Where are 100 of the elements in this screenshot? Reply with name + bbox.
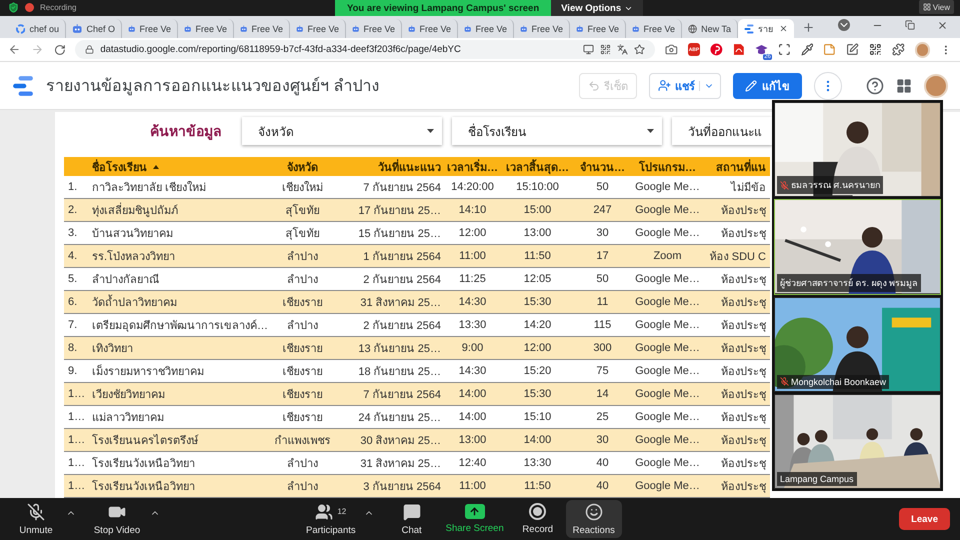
smiley-icon	[584, 502, 603, 520]
table-cell-text: ห้องประชุ	[720, 227, 767, 242]
translate-icon[interactable]	[616, 44, 628, 55]
dropper-icon[interactable]	[800, 43, 814, 56]
table-cell-text: ห้องประชุ	[720, 273, 767, 288]
row-number: 1…	[67, 480, 86, 492]
close-icon[interactable]	[779, 24, 788, 33]
address-bar[interactable]: datastudio.google.com/reporting/68118959-b7cf-43fd-a334-deef3f203f6c/page/4ebYC	[75, 40, 655, 59]
edit-button[interactable]: แก้ไข	[733, 72, 802, 98]
table-cell-text: 24 กันยายน 25…	[357, 411, 442, 426]
participants-icon	[315, 502, 334, 520]
add-person-icon	[658, 79, 671, 92]
table-cell-text: 15:00	[522, 204, 552, 216]
robot-icon	[184, 24, 192, 34]
capture-icon[interactable]	[778, 43, 791, 56]
table-cell-text: เชียงราย	[282, 388, 324, 403]
qr-code-icon[interactable]	[600, 44, 611, 55]
table-cell-text: เชียงราย	[282, 296, 324, 311]
table-cell-text: Zoom	[652, 250, 683, 262]
table-cell-text: เทิงวิทยา	[91, 342, 134, 357]
table-cell-text: 14:00	[522, 434, 552, 446]
table-cell: วัดถ้ำปลาวิทยาคม	[88, 293, 265, 311]
row-number: 7.	[67, 319, 78, 331]
table-cell-text: 12:40	[458, 457, 488, 469]
apps-icon[interactable]	[896, 78, 912, 94]
view-options-button[interactable]: View Options	[551, 0, 644, 16]
table-cell-text: ลำปาง	[286, 480, 319, 495]
row-number: 5.	[67, 273, 78, 285]
video-button[interactable]: Stop Video	[86, 500, 148, 538]
reactions-button[interactable]: Reactions	[566, 500, 622, 538]
tab-search-icon[interactable]	[838, 19, 850, 31]
qr-code-icon[interactable]	[868, 43, 882, 56]
table-cell-text: ห้องประชุ	[720, 365, 767, 380]
chat-button[interactable]: Chat	[384, 500, 440, 538]
column-header[interactable]: จังหวัด	[265, 158, 340, 176]
filter-dropdown[interactable]: จังหวัด	[242, 117, 442, 145]
column-header-label: วันที่แนะแนว	[378, 158, 441, 176]
table-cell-text: 11:00	[458, 480, 487, 492]
new-tab-icon[interactable]	[802, 20, 815, 34]
table-cell-text: Google Me…	[634, 365, 701, 377]
share-screen-icon	[464, 504, 485, 519]
column-header[interactable]: ชื่อโรงเรียน	[88, 158, 265, 176]
record-button[interactable]: Record	[510, 500, 566, 538]
column-header[interactable]: วันที่แนะแนว	[340, 158, 445, 176]
column-header[interactable]: โปรแกรม…	[630, 158, 705, 176]
caret-icon	[427, 129, 434, 133]
table-cell-text: ห้องประชุ	[720, 457, 767, 472]
column-header-label: จำนวน…	[580, 160, 625, 176]
record-icon	[529, 503, 546, 520]
table-cell-text: เม็งรายมหาราชวิทยาคม	[91, 363, 205, 380]
lock-icon	[85, 45, 94, 54]
table-cell-text: Google Me…	[634, 204, 701, 216]
filter-dropdown[interactable]: ชื่อโรงเรียน	[452, 117, 662, 145]
sort-ascending-icon[interactable]	[153, 164, 159, 168]
browser-tab[interactable]: ราย	[738, 19, 794, 38]
table-cell-text: Google Me…	[634, 342, 701, 354]
edit-icon[interactable]	[846, 43, 859, 56]
table-cell-text: 25	[595, 411, 610, 423]
close-icon[interactable]	[937, 20, 948, 30]
pdf-icon[interactable]	[733, 43, 745, 56]
leave-button[interactable]: Leave	[899, 508, 950, 530]
robot-icon	[408, 24, 416, 34]
grid-icon	[922, 3, 931, 11]
table-cell-text: 7 กันยายน 2564	[362, 388, 442, 403]
back-icon[interactable]	[8, 43, 21, 56]
table-cell-text: 11:50	[523, 250, 552, 262]
column-header[interactable]: เวลาสิ้นสุด…	[500, 158, 575, 176]
table-cell-text: ลำปางกัลยาณี	[91, 272, 160, 288]
filter-dropdown[interactable]: วันที่ออกแนะแ	[672, 117, 772, 145]
account-avatar[interactable]	[924, 74, 948, 98]
column-header[interactable]: สถานที่แน	[705, 158, 770, 176]
table-cell-text: 115	[592, 319, 612, 331]
reload-icon[interactable]	[54, 44, 66, 56]
table-cell-text: 13:30	[458, 319, 488, 331]
robot-icon	[464, 24, 472, 34]
row-number: 1.	[67, 181, 78, 193]
profile-avatar[interactable]	[914, 42, 930, 58]
pin-icon[interactable]	[710, 43, 724, 56]
robot-icon	[352, 24, 360, 34]
camera-icon[interactable]	[664, 43, 678, 56]
table-cell-text: เชียงราย	[282, 364, 324, 380]
recording-dot-icon	[25, 3, 34, 12]
table-cell-text: 14:30	[458, 365, 488, 377]
participants-button[interactable]: 12 Participants	[300, 500, 362, 538]
column-header-label: จังหวัด	[287, 160, 318, 176]
share-button[interactable]: Share Screen	[440, 500, 510, 538]
bookmark-star-icon[interactable]	[634, 44, 645, 55]
row-number: 1…	[67, 411, 86, 423]
cast-icon[interactable]	[582, 44, 594, 55]
note-icon[interactable]	[823, 43, 836, 56]
view-button[interactable]: View	[918, 0, 954, 14]
restore-icon[interactable]	[905, 20, 915, 30]
mic-button[interactable]: Unmute	[8, 500, 64, 538]
table-cell-text: 15:30	[522, 388, 552, 400]
share-button[interactable]: แชร์	[649, 72, 721, 98]
extensions-icon[interactable]	[892, 43, 904, 56]
pencil-icon	[745, 80, 757, 92]
help-icon[interactable]	[866, 76, 884, 94]
column-header[interactable]: จำนวน…	[575, 158, 630, 176]
row-number: 4.	[67, 250, 78, 262]
